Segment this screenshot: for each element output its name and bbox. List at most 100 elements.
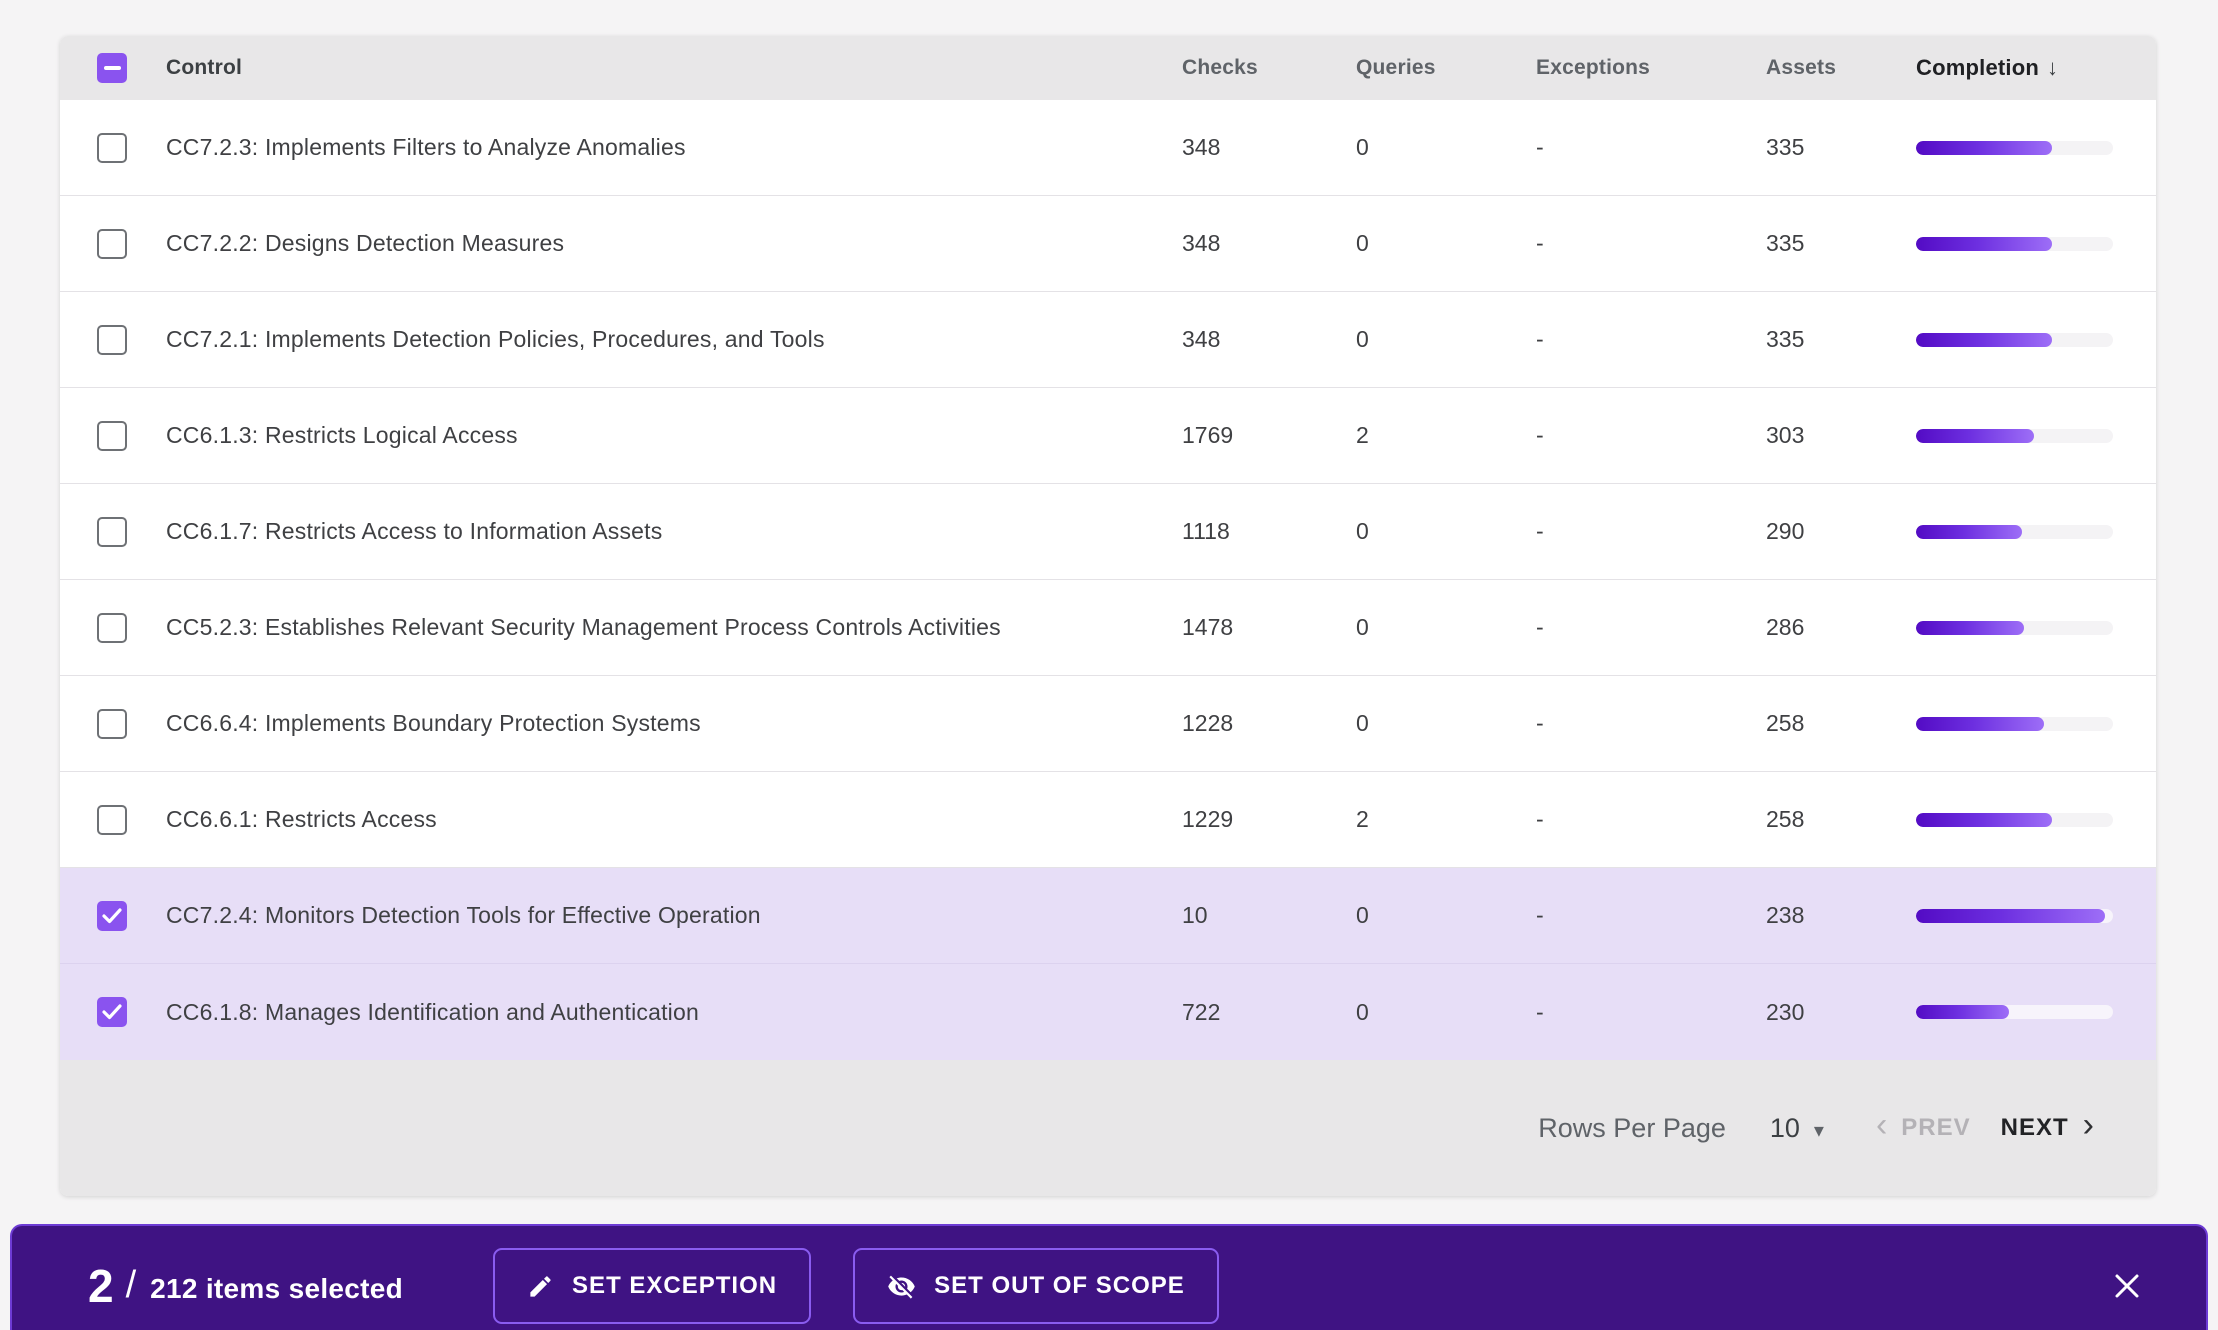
assets-value: 335: [1766, 134, 1916, 161]
completion-bar: [1916, 141, 2113, 155]
control-name: CC5.2.3: Establishes Relevant Security M…: [160, 614, 1182, 641]
next-button[interactable]: NEXT: [2001, 1114, 2069, 1142]
exceptions-value: -: [1536, 710, 1766, 737]
table-row[interactable]: CC7.2.3: Implements Filters to Analyze A…: [60, 100, 2156, 196]
row-checkbox[interactable]: [96, 228, 128, 260]
column-header-queries[interactable]: Queries: [1356, 56, 1536, 80]
rows-per-page-select[interactable]: 10 ▾: [1770, 1113, 1824, 1144]
rows-per-page-label: Rows Per Page: [1538, 1113, 1726, 1144]
column-header-checks[interactable]: Checks: [1182, 56, 1356, 80]
row-checkbox[interactable]: [96, 900, 128, 932]
queries-value: 0: [1356, 902, 1536, 929]
controls-table-card: Control Checks Queries Exceptions Assets…: [60, 36, 2156, 1196]
completion-bar-fill: [1916, 1005, 2009, 1019]
exceptions-value: -: [1536, 806, 1766, 833]
table-body: CC7.2.3: Implements Filters to Analyze A…: [60, 100, 2156, 1060]
completion-bar-fill: [1916, 909, 2105, 923]
row-checkbox[interactable]: [96, 708, 128, 740]
queries-value: 2: [1356, 806, 1536, 833]
completion-bar-fill: [1916, 717, 2044, 731]
assets-value: 335: [1766, 230, 1916, 257]
completion-bar-fill: [1916, 813, 2052, 827]
control-name: CC6.1.7: Restricts Access to Information…: [160, 518, 1182, 545]
control-name: CC6.6.1: Restricts Access: [160, 806, 1182, 833]
table-row[interactable]: CC5.2.3: Establishes Relevant Security M…: [60, 580, 2156, 676]
checks-value: 1769: [1182, 422, 1356, 449]
completion-bar: [1916, 525, 2113, 539]
completion-bar-fill: [1916, 429, 2034, 443]
selection-bar: 2 / 212 items selected SET EXCEPTION SET…: [10, 1224, 2208, 1330]
exceptions-value: -: [1536, 326, 1766, 353]
checks-value: 348: [1182, 326, 1356, 353]
queries-value: 0: [1356, 999, 1536, 1026]
prev-button[interactable]: PREV: [1901, 1114, 1970, 1142]
table-row[interactable]: CC6.1.7: Restricts Access to Information…: [60, 484, 2156, 580]
assets-value: 286: [1766, 614, 1916, 641]
checks-value: 348: [1182, 230, 1356, 257]
completion-bar: [1916, 237, 2113, 251]
sort-descending-icon: ↓: [2047, 55, 2058, 81]
queries-value: 0: [1356, 518, 1536, 545]
checks-value: 1228: [1182, 710, 1356, 737]
completion-bar-fill: [1916, 525, 2022, 539]
row-checkbox[interactable]: [96, 804, 128, 836]
assets-value: 290: [1766, 518, 1916, 545]
select-all-checkbox[interactable]: [96, 52, 128, 84]
completion-bar: [1916, 1005, 2113, 1019]
set-exception-button[interactable]: SET EXCEPTION: [493, 1248, 811, 1324]
exceptions-value: -: [1536, 518, 1766, 545]
control-name: CC6.1.3: Restricts Logical Access: [160, 422, 1182, 449]
table-row[interactable]: CC6.6.4: Implements Boundary Protection …: [60, 676, 2156, 772]
completion-bar: [1916, 717, 2113, 731]
table-header-row: Control Checks Queries Exceptions Assets…: [60, 36, 2156, 100]
assets-value: 303: [1766, 422, 1916, 449]
next-chevron-icon[interactable]: ›: [2083, 1108, 2094, 1148]
table-row[interactable]: CC6.1.3: Restricts Logical Access 1769 2…: [60, 388, 2156, 484]
table-row[interactable]: CC7.2.2: Designs Detection Measures 348 …: [60, 196, 2156, 292]
row-checkbox[interactable]: [96, 132, 128, 164]
row-checkbox[interactable]: [96, 420, 128, 452]
close-icon[interactable]: [2106, 1265, 2148, 1307]
queries-value: 0: [1356, 230, 1536, 257]
checks-value: 10: [1182, 902, 1356, 929]
table-row[interactable]: CC6.6.1: Restricts Access 1229 2 - 258: [60, 772, 2156, 868]
prev-chevron-icon[interactable]: ‹: [1876, 1108, 1887, 1148]
checks-value: 722: [1182, 999, 1356, 1026]
completion-bar: [1916, 813, 2113, 827]
selection-summary: 2 / 212 items selected: [88, 1259, 403, 1313]
row-checkbox[interactable]: [96, 516, 128, 548]
completion-bar-fill: [1916, 621, 2024, 635]
exceptions-value: -: [1536, 902, 1766, 929]
column-header-control[interactable]: Control: [160, 56, 1182, 80]
items-selected-label: 212 items selected: [150, 1273, 403, 1305]
checks-value: 1229: [1182, 806, 1356, 833]
row-checkbox[interactable]: [96, 612, 128, 644]
set-out-of-scope-button[interactable]: SET OUT OF SCOPE: [853, 1248, 1219, 1324]
column-header-completion[interactable]: Completion ↓: [1916, 55, 2113, 81]
completion-bar-fill: [1916, 333, 2052, 347]
assets-value: 230: [1766, 999, 1916, 1026]
exceptions-value: -: [1536, 422, 1766, 449]
table-row[interactable]: CC6.1.8: Manages Identification and Auth…: [60, 964, 2156, 1060]
checkbox-icon: [97, 997, 127, 1027]
queries-value: 0: [1356, 710, 1536, 737]
control-name: CC6.1.8: Manages Identification and Auth…: [160, 999, 1182, 1026]
checkbox-icon: [97, 709, 127, 739]
table-row[interactable]: CC7.2.1: Implements Detection Policies, …: [60, 292, 2156, 388]
assets-value: 335: [1766, 326, 1916, 353]
row-checkbox[interactable]: [96, 996, 128, 1028]
dropdown-caret-icon: ▾: [1814, 1114, 1824, 1143]
control-name: CC6.6.4: Implements Boundary Protection …: [160, 710, 1182, 737]
column-header-assets[interactable]: Assets: [1766, 56, 1916, 80]
column-header-exceptions[interactable]: Exceptions: [1536, 56, 1766, 80]
assets-value: 258: [1766, 806, 1916, 833]
control-name: CC7.2.2: Designs Detection Measures: [160, 230, 1182, 257]
table-row[interactable]: CC7.2.4: Monitors Detection Tools for Ef…: [60, 868, 2156, 964]
exceptions-value: -: [1536, 999, 1766, 1026]
exceptions-value: -: [1536, 134, 1766, 161]
checkbox-icon: [97, 901, 127, 931]
assets-value: 258: [1766, 710, 1916, 737]
table-footer: Rows Per Page 10 ▾ ‹ PREV NEXT ›: [60, 1060, 2156, 1196]
checkbox-icon: [97, 229, 127, 259]
row-checkbox[interactable]: [96, 324, 128, 356]
